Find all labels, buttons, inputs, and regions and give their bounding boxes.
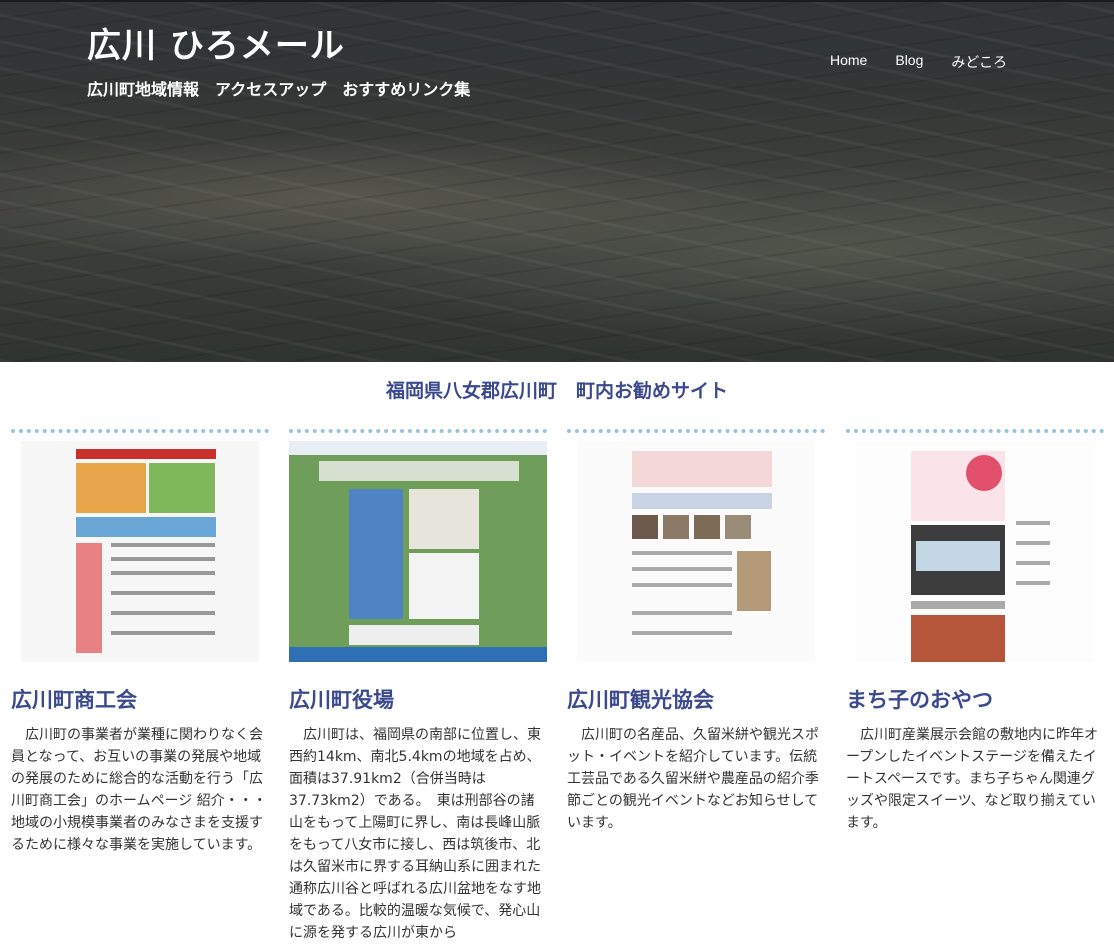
section-title: 福岡県八女郡広川町 町内お勧めサイト	[385, 380, 728, 402]
site-tagline: 広川町地域情報 アクセスアップ おすすめリンク集	[87, 80, 471, 99]
card-title[interactable]: 広川町観光協会	[567, 684, 825, 714]
card-description: 広川町の名産品、久留米絣や観光スポット・イベントを紹介しています。伝統工芸品であ…	[567, 727, 819, 831]
nav-blog[interactable]: Blog	[895, 52, 923, 72]
card-title[interactable]: 広川町商工会	[11, 684, 269, 714]
main-nav: Home Blog みどころ	[830, 52, 1035, 72]
card-shokokai: 広川町商工会 広川町の事業者が業種に関わりなく会員となって、お互いの事業の発展や…	[11, 429, 281, 856]
card-title[interactable]: 広川町役場	[289, 684, 547, 714]
card-thumbnail[interactable]	[846, 429, 1104, 662]
card-thumbnail[interactable]	[567, 429, 825, 662]
nav-midokoro[interactable]: みどころ	[951, 52, 1007, 72]
nav-home[interactable]: Home	[830, 52, 867, 72]
card-thumbnail[interactable]	[289, 429, 547, 662]
card-title[interactable]: まち子のおやつ	[846, 684, 1104, 714]
card-yakuba: 広川町役場 広川町は、福岡県の南部に位置し、東西約14km、南北5.4kmの地域…	[289, 429, 547, 944]
card-kanko: 広川町観光協会 広川町の名産品、久留米絣や観光スポット・イベントを紹介しています…	[567, 429, 825, 834]
card-description: 広川町は、福岡県の南部に位置し、東西約14km、南北5.4kmの地域を占め、面積…	[289, 727, 541, 941]
card-description: 広川町の事業者が業種に関わりなく会員となって、お互いの事業の発展や地域の発展のた…	[11, 727, 281, 853]
card-machiko: まち子のおやつ 広川町産業展示会館の敷地内に昨年オープンしたイベントステージを備…	[846, 429, 1104, 834]
hero-banner: 広川 ひろメール 広川町地域情報 アクセスアップ おすすめリンク集 Home B…	[0, 0, 1114, 362]
site-title[interactable]: 広川 ひろメール	[87, 18, 345, 67]
card-thumbnail[interactable]	[11, 429, 269, 662]
card-description: 広川町産業展示会館の敷地内に昨年オープンしたイベントステージを備えたイートスペー…	[846, 727, 1098, 831]
